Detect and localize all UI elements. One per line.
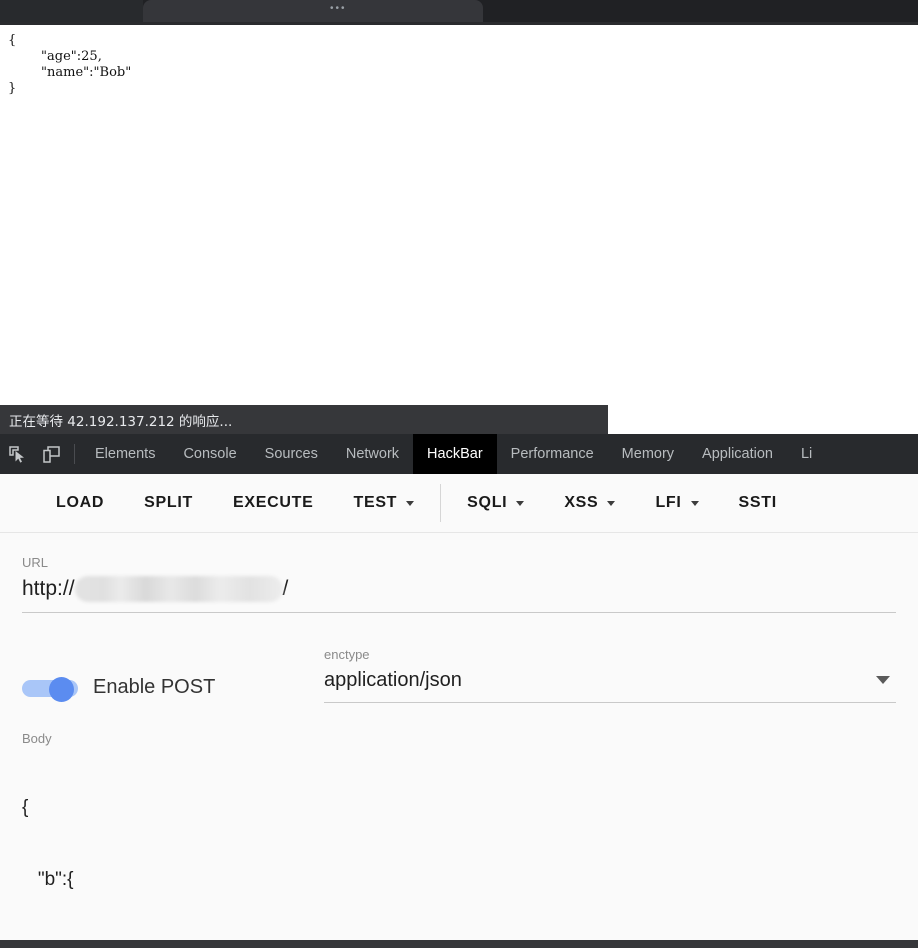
- tab-performance[interactable]: Performance: [497, 434, 608, 474]
- tab-lighthouse[interactable]: Li: [787, 434, 826, 474]
- toolbar-divider: [440, 484, 442, 522]
- lfi-menu-button[interactable]: LFI: [635, 483, 718, 523]
- test-menu-button[interactable]: TEST: [333, 483, 434, 523]
- url-field[interactable]: URL http:// /: [22, 555, 896, 613]
- button-label: SSTI: [738, 494, 777, 511]
- devtools-icon-divider: [74, 444, 75, 464]
- xss-menu-button[interactable]: XSS: [544, 483, 635, 523]
- button-label: LOAD: [56, 494, 105, 511]
- button-label: TEST: [353, 494, 398, 511]
- status-bar: 正在等待 42.192.137.212 的响应...: [0, 405, 608, 434]
- tab-memory[interactable]: Memory: [608, 434, 688, 474]
- sqli-menu-button[interactable]: SQLI: [447, 483, 544, 523]
- tab-label: Sources: [264, 446, 318, 462]
- json-response-body: { "age":25, "name":"Bob" }: [8, 33, 132, 96]
- execute-button[interactable]: EXECUTE: [213, 483, 333, 523]
- button-label: EXECUTE: [232, 494, 314, 511]
- devtools-tabbar: Elements Console Sources Network HackBar…: [0, 434, 918, 474]
- hackbar-panel: LOAD SPLIT EXECUTE TEST SQLI XSS LFI SST…: [0, 474, 918, 940]
- tab-label: Elements: [95, 446, 156, 462]
- tab-label: Li: [800, 446, 813, 462]
- enctype-underline: [324, 702, 896, 703]
- enctype-value: application/json: [324, 668, 462, 691]
- body-field[interactable]: Body { "b":{ "@type":"com.sun.rowset.Jdb…: [22, 731, 896, 940]
- inspect-element-icon[interactable]: [0, 434, 34, 474]
- screenshot-root: ••• { "age":25, "name":"Bob" } 正在等待 42.1…: [0, 0, 918, 948]
- hackbar-toolbar: LOAD SPLIT EXECUTE TEST SQLI XSS LFI SST…: [0, 474, 918, 533]
- split-button[interactable]: SPLIT: [124, 483, 213, 523]
- enable-post-label: Enable POST: [93, 676, 216, 698]
- tab-hackbar[interactable]: HackBar: [413, 434, 497, 474]
- chevron-down-icon: [516, 500, 525, 506]
- browser-chrome-strip: •••: [0, 0, 918, 22]
- url-underline: [22, 612, 896, 613]
- tab-loading-dots: •••: [330, 3, 347, 14]
- enctype-field[interactable]: enctype application/json: [324, 647, 896, 703]
- tab-console[interactable]: Console: [169, 434, 250, 474]
- button-label: LFI: [655, 494, 682, 511]
- enctype-select[interactable]: application/json: [324, 664, 896, 696]
- enctype-label: enctype: [324, 647, 370, 662]
- tab-label: Application: [702, 446, 773, 462]
- bottom-edge-bar: [0, 940, 918, 948]
- body-textarea[interactable]: { "b":{ "@type":"com.sun.rowset.JdbcRowS…: [22, 748, 896, 940]
- chevron-down-icon: [690, 500, 699, 506]
- tab-label: Performance: [510, 446, 594, 462]
- chevron-down-icon: [876, 676, 890, 684]
- tab-elements[interactable]: Elements: [81, 434, 169, 474]
- tab-label: Memory: [621, 446, 675, 462]
- tab-application[interactable]: Application: [688, 434, 787, 474]
- body-line: "b":{: [22, 869, 74, 890]
- status-bar-text: 正在等待 42.192.137.212 的响应...: [9, 413, 233, 430]
- body-line: {: [22, 797, 29, 818]
- url-input[interactable]: http:// /: [22, 572, 896, 606]
- chevron-down-icon: [406, 500, 415, 506]
- device-toolbar-icon[interactable]: [34, 434, 68, 474]
- toggle-thumb: [49, 676, 74, 702]
- tab-label: HackBar: [427, 446, 483, 462]
- page-viewport: { "age":25, "name":"Bob" }: [0, 25, 918, 432]
- button-label: SPLIT: [144, 494, 193, 511]
- url-redacted-host: [74, 576, 283, 602]
- tab-label: Network: [345, 446, 400, 462]
- tab-network[interactable]: Network: [332, 434, 413, 474]
- toggle-switch[interactable]: [22, 676, 78, 702]
- body-label: Body: [22, 731, 52, 746]
- ssti-menu-button[interactable]: SSTI: [719, 483, 797, 523]
- url-scheme: http://: [22, 577, 75, 600]
- enable-post-toggle[interactable]: Enable POST: [22, 676, 324, 703]
- button-label: XSS: [564, 494, 599, 511]
- url-label: URL: [22, 555, 49, 570]
- button-label: SQLI: [467, 494, 508, 511]
- post-settings-row: Enable POST enctype application/json: [22, 647, 896, 703]
- browser-tab-inactive[interactable]: [0, 0, 143, 22]
- load-button[interactable]: LOAD: [36, 483, 124, 523]
- chevron-down-icon: [607, 500, 616, 506]
- url-suffix: /: [282, 577, 289, 600]
- tab-sources[interactable]: Sources: [251, 434, 332, 474]
- browser-tab-active[interactable]: [143, 0, 483, 22]
- tab-label: Console: [183, 446, 237, 462]
